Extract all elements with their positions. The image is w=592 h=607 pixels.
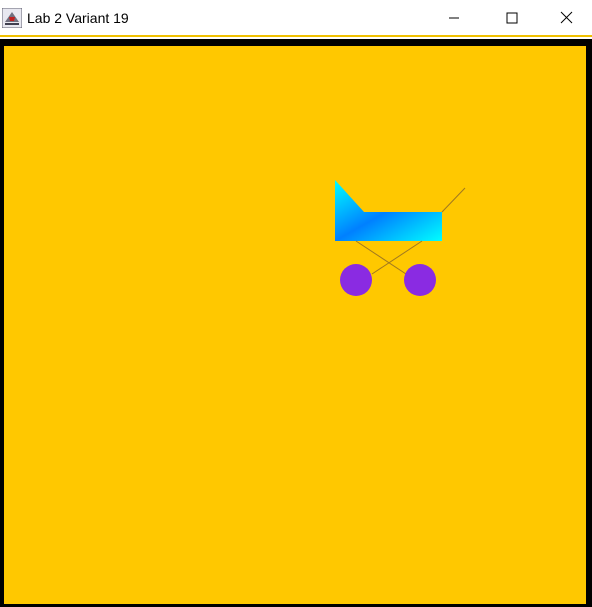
stroller-wheel-right [404, 264, 436, 296]
stroller-drawing [335, 180, 466, 296]
title-bar[interactable]: Lab 2 Variant 19 [0, 0, 592, 37]
drawing-canvas [4, 46, 588, 604]
java-app-icon [2, 8, 22, 28]
canvas-frame [0, 39, 592, 607]
minimize-button[interactable] [425, 0, 483, 35]
stroller-wheel-left [340, 264, 372, 296]
stroller-handle [441, 187, 466, 213]
application-window: Lab 2 Variant 19 [0, 0, 592, 607]
close-button[interactable] [541, 0, 592, 35]
close-icon [560, 11, 573, 24]
maximize-button[interactable] [483, 0, 541, 35]
maximize-icon [506, 12, 518, 23]
stroller-body [335, 180, 442, 241]
window-title: Lab 2 Variant 19 [27, 10, 129, 26]
minimize-icon [449, 17, 459, 18]
